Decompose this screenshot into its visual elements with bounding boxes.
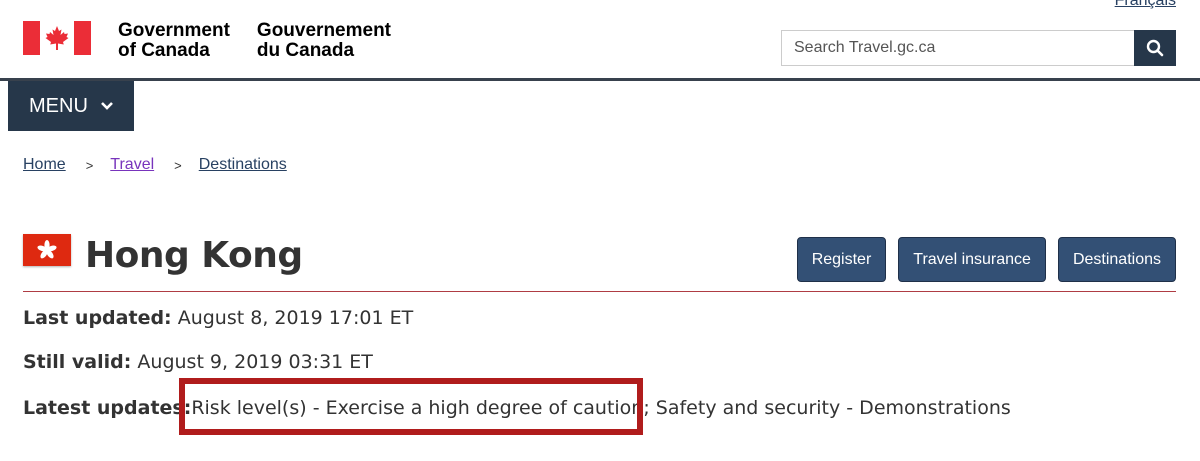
- breadcrumb: Home > Travel > Destinations: [23, 156, 287, 174]
- breadcrumb-separator: >: [85, 157, 94, 173]
- latest-updates-safety: Safety and security - Demonstrations: [649, 397, 1011, 419]
- brand-text-french: Gouvernement du Canada: [256, 20, 392, 61]
- hong-kong-flag-icon: [23, 234, 71, 266]
- travel-insurance-button[interactable]: Travel insurance: [898, 237, 1046, 282]
- menu-button[interactable]: MENU: [8, 81, 134, 131]
- canada-flag-icon: [23, 21, 91, 55]
- last-updated-label: Last updated:: [23, 307, 172, 329]
- government-of-canada-signature[interactable]: Government of Canada Gouvernement du Can…: [23, 21, 391, 61]
- register-button[interactable]: Register: [796, 237, 887, 282]
- site-search: [781, 30, 1176, 66]
- search-input[interactable]: [781, 30, 1134, 66]
- breadcrumb-travel[interactable]: Travel: [110, 156, 154, 174]
- header-divider: [0, 78, 1200, 81]
- page-title: Hong Kong: [85, 235, 303, 276]
- search-icon: [1146, 39, 1164, 57]
- breadcrumb-home[interactable]: Home: [23, 156, 66, 174]
- menu-label: MENU: [29, 94, 88, 117]
- search-button[interactable]: [1134, 30, 1176, 66]
- page-actions: Register Travel insurance Destinations: [796, 237, 1176, 282]
- destinations-button[interactable]: Destinations: [1057, 237, 1176, 282]
- language-toggle-link[interactable]: Français: [1115, 0, 1176, 10]
- title-divider: [23, 291, 1176, 292]
- last-updated: Last updated: August 8, 2019 17:01 ET: [23, 307, 413, 329]
- latest-updates: Latest updates:Risk level(s) - Exercise …: [23, 397, 1011, 419]
- still-valid-value: August 9, 2019 03:31 ET: [137, 351, 373, 373]
- last-updated-value: August 8, 2019 17:01 ET: [177, 307, 414, 329]
- breadcrumb-destinations[interactable]: Destinations: [199, 156, 287, 174]
- latest-updates-label: Latest updates:: [23, 397, 192, 419]
- breadcrumb-separator: >: [174, 157, 182, 173]
- still-valid: Still valid: August 9, 2019 03:31 ET: [23, 351, 373, 373]
- brand-text-english: Government of Canada: [118, 20, 230, 61]
- latest-updates-risk-level: Risk level(s) - Exercise a high degree o…: [191, 397, 650, 419]
- still-valid-label: Still valid:: [23, 351, 132, 373]
- chevron-down-icon: [100, 102, 113, 110]
